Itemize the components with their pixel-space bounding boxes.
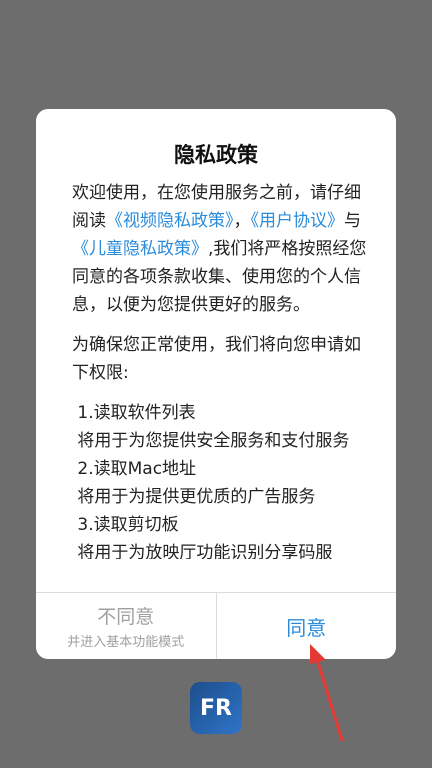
permission-intro: 为确保您正常使用，我们将向您申请如下权限: — [72, 335, 361, 383]
permission-desc: 将用于为您提供安全服务和支付服务 — [72, 431, 350, 451]
disagree-sublabel: 并进入基本功能模式 — [67, 635, 185, 650]
and-text: 与 — [344, 211, 361, 231]
app-logo-icon: FR — [190, 682, 242, 734]
agree-label: 同意 — [286, 615, 327, 640]
app-logo-text: FR — [200, 695, 232, 721]
permission-title: 1.读取软件列表 — [72, 403, 196, 423]
disagree-button[interactable]: 不同意 并进入基本功能模式 — [36, 593, 217, 659]
video-privacy-link[interactable]: 《视频隐私政策》 — [106, 211, 234, 231]
user-agreement-link[interactable]: 《用户协议》 — [251, 211, 345, 231]
privacy-dialog: 隐私政策 欢迎使用，在您使用服务之前，请仔细阅读《视频隐私政策》，《用户协议》与… — [36, 109, 396, 659]
permission-list: 1.读取软件列表 将用于为您提供安全服务和支付服务 2.读取Mac地址 将用于为… — [72, 399, 372, 559]
permission-title: 3.读取剪切板 — [72, 515, 179, 535]
dialog-title: 隐私政策 — [174, 143, 258, 167]
permission-desc: 将用于为放映厅功能识别分享码服 — [72, 543, 333, 559]
policy-content: 欢迎使用，在您使用服务之前，请仔细阅读《视频隐私政策》，《用户协议》与《儿童隐私… — [72, 179, 372, 559]
permission-title: 2.读取Mac地址 — [72, 459, 197, 479]
red-arrow-annotation — [310, 644, 344, 742]
child-privacy-link[interactable]: 《儿童隐私政策》 — [72, 239, 208, 259]
permission-desc: 将用于为提供更优质的广告服务 — [72, 487, 316, 507]
intro-paragraph: 欢迎使用，在您使用服务之前，请仔细阅读《视频隐私政策》，《用户协议》与《儿童隐私… — [72, 179, 372, 319]
disagree-label: 不同意 — [97, 606, 155, 628]
comma-text: ， — [233, 211, 251, 231]
